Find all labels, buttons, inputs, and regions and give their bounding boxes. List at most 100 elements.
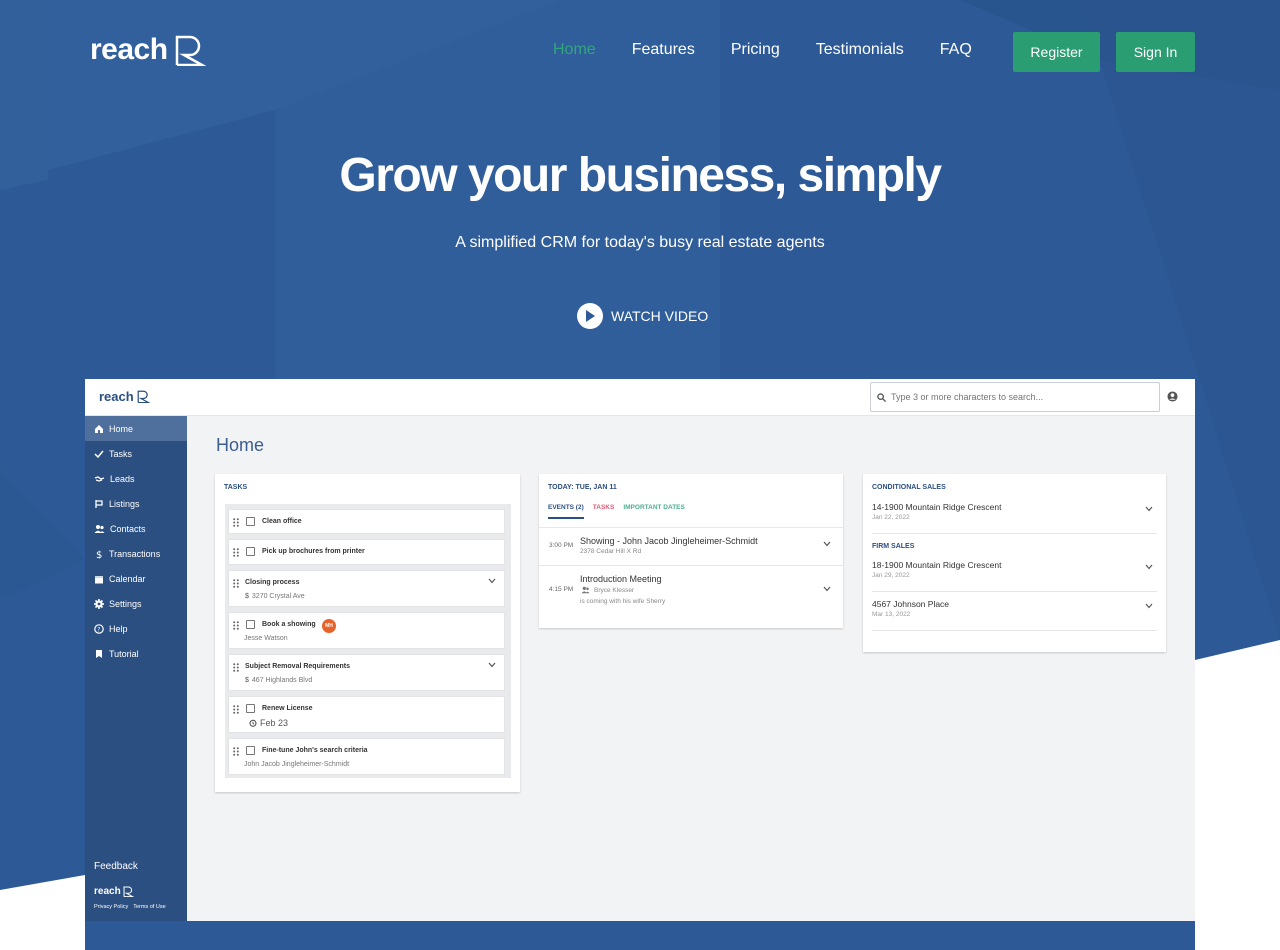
- watch-video-button[interactable]: WATCH VIDEO: [577, 303, 708, 329]
- sidebar-item-label: Home: [109, 423, 134, 434]
- today-card: TODAY: TUE, JAN 11 EVENTS (2) TASKS IMPO…: [539, 474, 843, 628]
- svg-text:?: ?: [97, 626, 100, 633]
- chevron-down-icon[interactable]: [488, 662, 496, 668]
- sidebar-item-settings[interactable]: Settings: [85, 591, 187, 616]
- dollar-icon: $: [245, 677, 249, 684]
- sale-item[interactable]: 18-1900 Mountain Ridge Crescent Jan 29, …: [872, 554, 1157, 592]
- task-item[interactable]: Pick up brochures from printer: [228, 539, 505, 565]
- register-button[interactable]: Register: [1013, 32, 1100, 72]
- sale-item[interactable]: 4567 Johnson Place Mar 13, 2022: [872, 593, 1157, 631]
- event-item[interactable]: 4:15 PM Introduction Meeting Bryce Kless…: [539, 565, 843, 615]
- nav-testimonials[interactable]: Testimonials: [816, 40, 904, 60]
- search-input[interactable]: [891, 392, 1141, 402]
- sidebar-item-label: Leads: [110, 473, 135, 484]
- sidebar-item-listings[interactable]: Listings: [85, 491, 187, 516]
- task-subtitle: $ 3270 Crystal Ave: [245, 593, 305, 600]
- sidebar-item-contacts[interactable]: Contacts: [85, 516, 187, 541]
- sidebar-item-label: Transactions: [109, 548, 161, 559]
- task-title: Subject Removal Requirements: [245, 663, 351, 670]
- tab-tasks[interactable]: TASKS: [593, 504, 615, 519]
- task-subtitle: John Jacob Jingleheimer-Schmidt: [244, 761, 349, 768]
- people-icon: [581, 586, 590, 594]
- app-sidebar: Home Tasks Leads Listings Contacts $ Tra…: [85, 416, 187, 921]
- sidebar-item-label: Help: [109, 623, 128, 634]
- sidebar-item-help[interactable]: ? Help: [85, 616, 187, 641]
- chevron-down-icon[interactable]: [488, 578, 496, 584]
- task-item[interactable]: Renew License Feb 23: [228, 696, 505, 733]
- today-card-title: TODAY: TUE, JAN 11: [548, 484, 617, 491]
- sidebar-item-tasks[interactable]: Tasks: [85, 441, 187, 466]
- chevron-down-icon[interactable]: [823, 541, 831, 547]
- nav-features[interactable]: Features: [632, 40, 695, 60]
- task-item[interactable]: Subject Removal Requirements $ 467 Highl…: [228, 654, 505, 691]
- chevron-down-icon[interactable]: [1145, 564, 1153, 570]
- dollar-icon: $: [245, 593, 249, 600]
- user-icon[interactable]: [1167, 391, 1178, 402]
- drag-handle-icon[interactable]: [233, 518, 239, 527]
- event-item[interactable]: 3:00 PM Showing - John Jacob Jingleheime…: [539, 527, 843, 564]
- chevron-down-icon[interactable]: [1145, 506, 1153, 512]
- sidebar-footer-logo: reach: [94, 886, 134, 897]
- drag-handle-icon[interactable]: [233, 747, 239, 756]
- drag-handle-icon[interactable]: [233, 621, 239, 630]
- drag-handle-icon[interactable]: [233, 663, 239, 672]
- task-checkbox[interactable]: [246, 704, 255, 713]
- task-checkbox[interactable]: [246, 620, 255, 629]
- feedback-link[interactable]: Feedback: [94, 861, 138, 872]
- terms-of-use-link[interactable]: Terms of Use: [133, 904, 165, 910]
- sidebar-item-label: Calendar: [109, 573, 146, 584]
- sign-in-button[interactable]: Sign In: [1116, 32, 1195, 72]
- task-checkbox[interactable]: [246, 517, 255, 526]
- task-subtitle: Feb 23: [249, 718, 288, 728]
- task-subtitle-text: 467 Highlands Blvd: [251, 677, 313, 684]
- sale-date: Mar 13, 2022: [872, 611, 911, 618]
- event-note: is coming with his wife Sherry: [580, 598, 666, 605]
- alarm-icon: [249, 719, 257, 727]
- nav-links: Home Features Pricing Testimonials FAQ: [553, 40, 1008, 60]
- app-r-icon: [137, 390, 150, 403]
- task-item[interactable]: Clean office: [228, 509, 505, 534]
- assignee-badge: MH: [322, 619, 336, 633]
- nav-home[interactable]: Home: [553, 40, 596, 60]
- task-item[interactable]: Fine-tune John's search criteria John Ja…: [228, 738, 505, 775]
- tasks-list: Clean office Pick up brochures from prin…: [225, 504, 511, 778]
- sidebar-item-home[interactable]: Home: [85, 416, 187, 441]
- drag-handle-icon[interactable]: [233, 705, 239, 714]
- sales-card: CONDITIONAL SALES 14-1900 Mountain Ridge…: [863, 474, 1166, 652]
- nav-pricing[interactable]: Pricing: [731, 40, 780, 60]
- sidebar-item-label: Settings: [109, 598, 142, 609]
- hero-title: Grow your business, simply: [339, 149, 942, 202]
- sidebar-item-label: Contacts: [110, 523, 146, 534]
- task-subtitle-text: 3270 Crystal Ave: [251, 593, 305, 600]
- sidebar-item-leads[interactable]: Leads: [85, 466, 187, 491]
- sale-date: Jan 22, 2022: [872, 514, 910, 521]
- sidebar-item-tutorial[interactable]: Tutorial: [85, 641, 187, 666]
- event-subtitle: 2378 Cedar Hill X Rd: [580, 548, 642, 555]
- task-subtitle: $ 467 Highlands Blvd: [245, 677, 312, 684]
- firm-sales-title: FIRM SALES: [872, 543, 915, 550]
- drag-handle-icon[interactable]: [233, 548, 239, 557]
- chevron-down-icon[interactable]: [823, 586, 831, 592]
- tab-events[interactable]: EVENTS (2): [548, 504, 584, 519]
- task-item[interactable]: Book a showing MH Jesse Watson: [228, 612, 505, 649]
- sale-item[interactable]: 14-1900 Mountain Ridge Crescent Jan 22, …: [872, 496, 1157, 534]
- task-subtitle-text: John Jacob Jingleheimer-Schmidt: [244, 761, 350, 768]
- event-title: Introduction Meeting: [580, 574, 662, 584]
- tab-important-dates[interactable]: IMPORTANT DATES: [623, 504, 685, 519]
- reach-logo[interactable]: reach: [90, 34, 206, 66]
- task-item[interactable]: Closing process $ 3270 Crystal Ave: [228, 570, 505, 607]
- watch-video-label: WATCH VIDEO: [611, 308, 709, 324]
- sidebar-item-transactions[interactable]: $ Transactions: [85, 541, 187, 566]
- sale-date: Jan 29, 2022: [872, 572, 910, 579]
- chevron-down-icon[interactable]: [1145, 603, 1153, 609]
- nav-faq[interactable]: FAQ: [940, 40, 972, 60]
- sidebar-item-calendar[interactable]: Calendar: [85, 566, 187, 591]
- drag-handle-icon[interactable]: [233, 579, 239, 588]
- calendar-icon: [95, 575, 103, 583]
- task-checkbox[interactable]: [246, 547, 255, 556]
- app-topbar: reach: [85, 379, 1195, 416]
- task-checkbox[interactable]: [246, 746, 255, 755]
- sidebar-item-label: Tutorial: [109, 648, 139, 659]
- privacy-policy-link[interactable]: Privacy Policy: [94, 904, 128, 910]
- task-subtitle: Jesse Watson: [244, 635, 288, 642]
